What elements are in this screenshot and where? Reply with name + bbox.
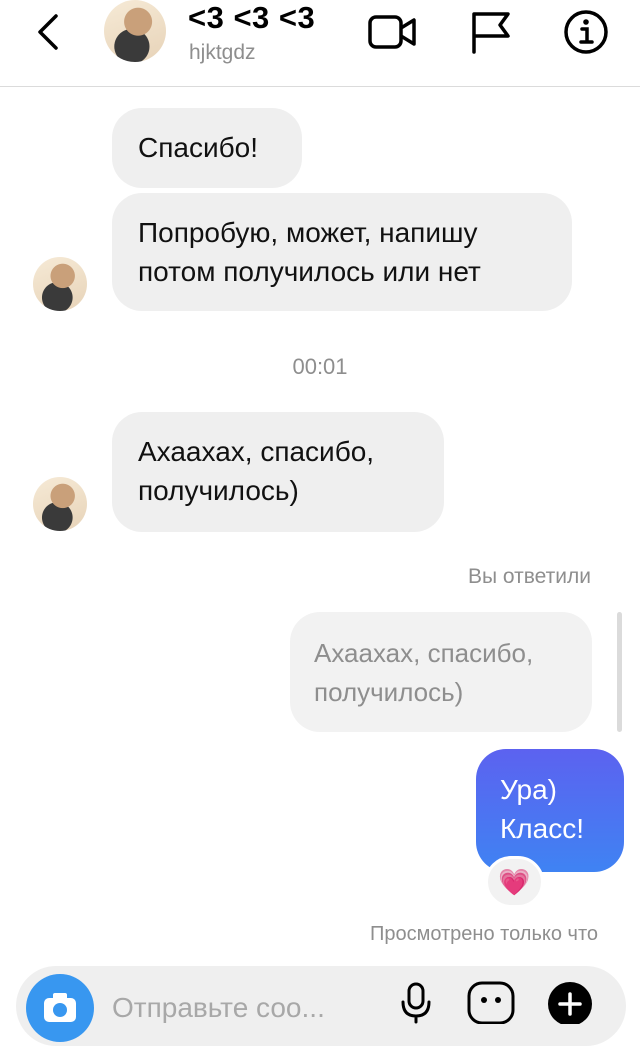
reply-label: Вы ответили — [467, 565, 591, 588]
video-camera-icon[interactable] — [366, 8, 418, 56]
quoted-text: Ахаахах, спасибо, получилось) — [314, 638, 534, 707]
chat-title[interactable]: <3 <3 <3 — [188, 0, 315, 36]
reply-indicator-bar — [617, 612, 622, 732]
heart-reaction-icon[interactable]: 💗 — [485, 856, 544, 908]
sender-avatar[interactable] — [33, 477, 87, 531]
sender-avatar[interactable] — [33, 257, 87, 311]
chat-header: <3 <3 <3 hjktgdz — [0, 0, 640, 87]
message-text: Попробую, может, напишу потом получилось… — [138, 217, 481, 287]
info-icon[interactable] — [560, 8, 612, 56]
message-text: Ура) Класс! — [500, 774, 584, 844]
avatar[interactable] — [104, 0, 166, 62]
camera-icon — [44, 993, 76, 1022]
message-text: Спасибо! — [138, 132, 258, 163]
message-text: Ахаахах, спасибо, получилось) — [138, 436, 375, 506]
chevron-left-icon[interactable] — [30, 10, 70, 54]
message-bubble-incoming[interactable]: Спасибо! — [112, 108, 302, 188]
plus-icon[interactable] — [546, 980, 594, 1024]
message-input[interactable] — [112, 988, 352, 1028]
flag-icon[interactable] — [466, 8, 518, 56]
message-bubble-incoming[interactable]: Попробую, может, напишу потом получилось… — [112, 193, 572, 311]
message-bubble-outgoing[interactable]: Ура) Класс! — [476, 749, 624, 872]
quoted-message[interactable]: Ахаахах, спасибо, получилось) — [290, 612, 592, 732]
message-composer — [16, 966, 626, 1046]
microphone-icon[interactable] — [394, 980, 438, 1024]
sticker-icon[interactable] — [466, 980, 516, 1024]
camera-button[interactable] — [26, 974, 94, 1042]
message-timestamp: 00:01 — [292, 354, 348, 379]
seen-status: Просмотрено только что — [369, 923, 598, 945]
chat-username[interactable]: hjktgdz — [189, 41, 256, 65]
message-bubble-incoming[interactable]: Ахаахах, спасибо, получилось) — [112, 412, 444, 532]
